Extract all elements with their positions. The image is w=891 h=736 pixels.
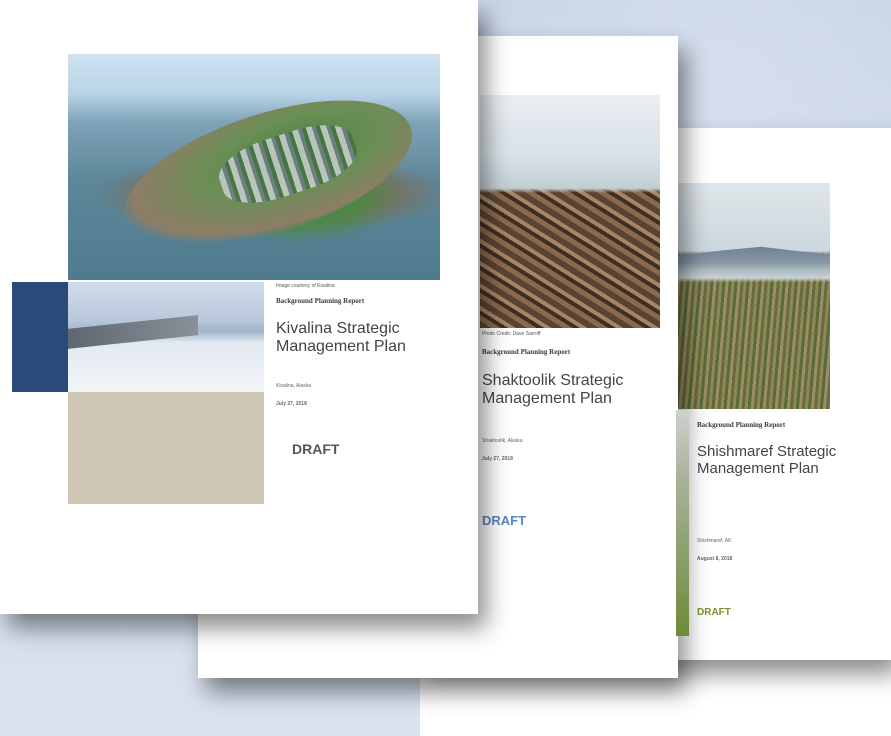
- kivalina-inset-photo: [68, 282, 264, 392]
- navy-accent-block: [12, 282, 68, 392]
- shishmaref-report-label: Background Planning Report: [697, 421, 786, 429]
- shoreline: [68, 315, 198, 349]
- shishmaref-title-line2: Management Plan: [697, 460, 819, 478]
- shishmaref-title-line1: Shishmaref Strategic: [697, 443, 837, 460]
- shaktoolik-location: Shaktoolik, Alaska: [482, 438, 523, 444]
- shaktoolik-photo-caption: Photo Credit: Dave Sarroff: [482, 331, 541, 337]
- shaktoolik-draft-label: DRAFT: [482, 513, 527, 528]
- kivalina-cover-photo: [68, 54, 440, 280]
- shaktoolik-report-label: Background Planning Report: [482, 348, 571, 356]
- kivalina-title: Kivalina Strategic Management Plan: [276, 320, 406, 357]
- shishmaref-title: Shishmaref Strategic Management Plan: [697, 443, 836, 478]
- shishmaref-location: Shishmaref, AK: [697, 538, 732, 544]
- shaktoolik-title-line1: Shaktoolik Strategic: [482, 372, 624, 389]
- shishmaref-cover-photo: [677, 183, 830, 409]
- shishmaref-side-strip: [676, 410, 689, 636]
- shaktoolik-title: Shaktoolik Strategic Management Plan: [482, 372, 623, 409]
- shaktoolik-cover-photo: [480, 95, 660, 328]
- kivalina-location: Kivalina, Alaska: [276, 383, 312, 389]
- shaktoolik-date: July 27, 2018: [482, 456, 513, 462]
- kivalina-photo-caption: Image courtesy of Kivalina: [276, 283, 335, 289]
- kivalina-title-line1: Kivalina Strategic: [276, 320, 400, 337]
- shishmaref-draft-label: DRAFT: [697, 607, 731, 618]
- kivalina-report-label: Background Planning Report: [276, 297, 365, 305]
- kivalina-date: July 27, 2018: [276, 401, 307, 407]
- shishmaref-date: August 8, 2018: [697, 556, 733, 562]
- tan-accent-block: [68, 392, 264, 504]
- kivalina-title-line2: Management Plan: [276, 338, 406, 356]
- kivalina-draft-label: DRAFT: [292, 441, 340, 457]
- hills-silhouette: [677, 246, 830, 263]
- shaktoolik-title-line2: Management Plan: [482, 390, 612, 408]
